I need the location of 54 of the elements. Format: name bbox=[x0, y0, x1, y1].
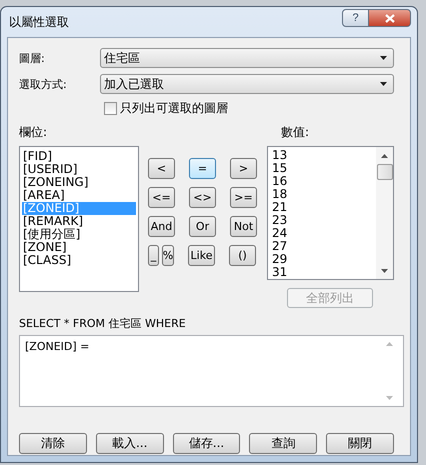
operator-button[interactable]: Not bbox=[230, 216, 257, 237]
layer-dropdown[interactable]: 住宅區 bbox=[100, 48, 394, 68]
operator-button[interactable]: _ bbox=[148, 245, 159, 266]
action-button[interactable]: 查詢 bbox=[249, 433, 318, 454]
field-list-item[interactable]: [CLASS] bbox=[22, 254, 136, 267]
close-button[interactable] bbox=[369, 9, 411, 27]
operator-button[interactable]: >= bbox=[230, 187, 257, 208]
field-label: 選取方式: bbox=[19, 76, 68, 92]
value-list-item[interactable]: 21 bbox=[271, 201, 373, 214]
checkbox-label: 只列出可選取的圖層 bbox=[120, 100, 228, 116]
operator-button[interactable]: = bbox=[189, 158, 216, 179]
fields-label: 欄位: bbox=[19, 124, 48, 140]
value-list-item[interactable]: 29 bbox=[271, 253, 373, 266]
operator-button[interactable]: % bbox=[162, 245, 174, 266]
sql-label: SELECT * FROM 住宅區 WHERE bbox=[19, 316, 187, 330]
scroll-down-icon[interactable] bbox=[381, 268, 388, 272]
field-list-item[interactable]: [ZONEING] bbox=[22, 176, 136, 189]
value-list-item[interactable]: 31 bbox=[271, 266, 373, 279]
field-list-item[interactable]: [FID] bbox=[22, 150, 136, 163]
operator-button[interactable]: Like bbox=[188, 245, 215, 266]
close-icon bbox=[384, 14, 394, 22]
field-list-item[interactable]: [AREA] bbox=[22, 189, 136, 202]
field-list-item[interactable]: [ZONE] bbox=[22, 241, 136, 254]
dropdown-arrow-icon[interactable] bbox=[380, 56, 387, 60]
values-label: 數值: bbox=[281, 124, 310, 140]
field-list-item[interactable]: [USERID] bbox=[22, 163, 136, 176]
scrollbar-thumb[interactable] bbox=[376, 164, 392, 180]
dropdown-arrow-icon[interactable] bbox=[380, 82, 387, 86]
scroll-up-icon[interactable] bbox=[381, 154, 388, 158]
value-list-item[interactable]: 16 bbox=[271, 175, 373, 188]
field-list-item[interactable]: [使用分區] bbox=[22, 228, 136, 241]
action-button[interactable]: 儲存... bbox=[172, 433, 240, 454]
method-dropdown[interactable]: 加入已選取 bbox=[100, 74, 394, 94]
field-label: 圖層: bbox=[19, 50, 46, 66]
action-button[interactable]: 關閉 bbox=[326, 433, 394, 454]
operator-button[interactable]: <= bbox=[148, 187, 175, 208]
value-list-item[interactable]: 13 bbox=[271, 149, 373, 162]
checkbox[interactable] bbox=[104, 102, 117, 114]
value-list-item[interactable]: 18 bbox=[271, 188, 373, 201]
operator-button[interactable]: < bbox=[148, 158, 175, 179]
window-title: 以屬性選取 bbox=[9, 14, 70, 30]
value-list-item[interactable]: 23 bbox=[271, 214, 373, 227]
operator-button[interactable]: And bbox=[148, 216, 175, 237]
field-list-item[interactable]: [REMARK] bbox=[22, 215, 136, 228]
operator-button[interactable]: Or bbox=[189, 216, 216, 237]
operator-button[interactable]: <> bbox=[189, 187, 216, 208]
action-button[interactable]: 載入... bbox=[96, 433, 164, 454]
operator-button[interactable]: () bbox=[229, 245, 256, 266]
value-list-item[interactable]: 24 bbox=[271, 227, 373, 240]
operator-button[interactable]: > bbox=[230, 158, 257, 179]
value-list-item[interactable]: 15 bbox=[271, 162, 373, 175]
value-list-item[interactable]: 27 bbox=[271, 240, 373, 253]
help-button[interactable]: ? bbox=[342, 9, 369, 27]
action-button[interactable]: 清除 bbox=[19, 433, 87, 454]
